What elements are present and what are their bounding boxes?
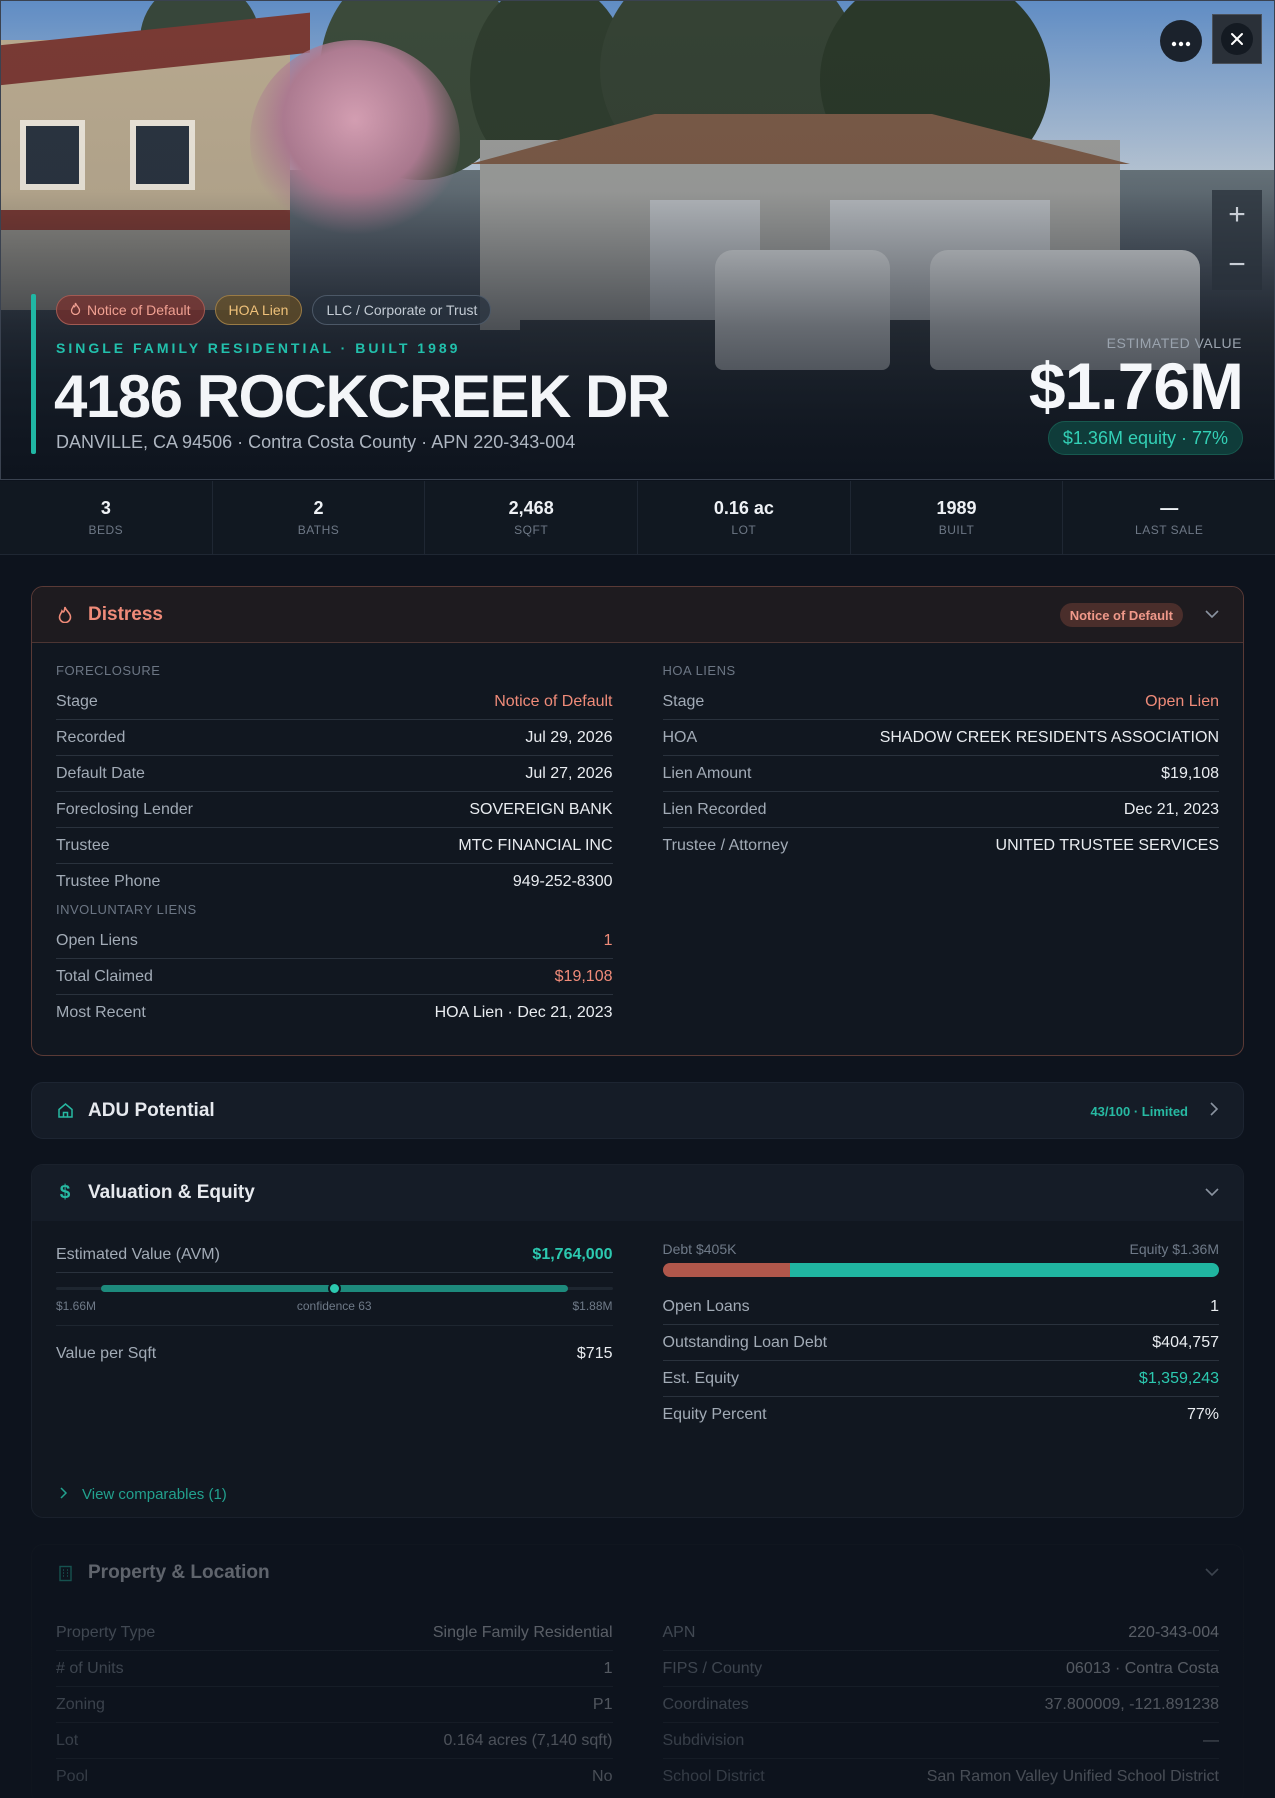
detail-row: Property Type Single Family Residential bbox=[56, 1615, 613, 1651]
equity-label: Equity $1.36M bbox=[1129, 1241, 1220, 1257]
detail-row: Lien Recorded Dec 21, 2023 bbox=[662, 792, 1219, 828]
hoa-liens-label: HOA LIENS bbox=[662, 663, 736, 678]
detail-row: Subdivision — bbox=[662, 1723, 1219, 1759]
detail-row: Trustee MTC FINANCIAL INC bbox=[56, 828, 613, 864]
adu-potential-card[interactable]: ADU Potential 43/100 · Limited bbox=[31, 1082, 1244, 1139]
detail-row: Default Date Jul 27, 2026 bbox=[56, 756, 613, 792]
ellipsis-icon bbox=[1171, 30, 1191, 53]
chevron-down-icon[interactable] bbox=[1205, 1564, 1219, 1582]
range-low: $1.66M bbox=[56, 1299, 97, 1313]
stat-beds: 3 BEDS bbox=[0, 481, 213, 554]
detail-row: Coordinates 37.800009, -121.891238 bbox=[662, 1687, 1219, 1723]
detail-row: Open Loans 1 bbox=[662, 1289, 1219, 1325]
distress-title: Distress bbox=[88, 603, 163, 625]
detail-row: Zoning P1 bbox=[56, 1687, 613, 1723]
stat-last-sale: — LAST SALE bbox=[1135, 498, 1204, 537]
home-icon bbox=[56, 1102, 74, 1120]
accent-bar bbox=[31, 294, 36, 454]
chevron-down-icon[interactable] bbox=[1205, 1184, 1219, 1202]
tag-notice-of-default: Notice of Default bbox=[56, 295, 205, 325]
detail-row: Stage Notice of Default bbox=[56, 684, 613, 720]
avm-range: $1.66M confidence 63 $1.88M bbox=[56, 1277, 613, 1325]
per-sqft-row: Value per Sqft $715 bbox=[56, 1325, 613, 1381]
zoom-out-button[interactable]: − bbox=[1212, 240, 1262, 290]
range-confidence: confidence 63 bbox=[296, 1299, 372, 1313]
property-right-column: APN 220-343-004 FIPS / County 06013 · Cont… bbox=[662, 1615, 1220, 1795]
property-address: 4186 ROCKCREEK DR bbox=[54, 363, 670, 430]
avm-row: Estimated Value (AVM) $1,764,000 bbox=[56, 1237, 613, 1273]
detail-row: Total Claimed $19,108 bbox=[56, 959, 613, 995]
property-left-column: Property Type Single Family Residential #… bbox=[56, 1615, 613, 1795]
valuation-header[interactable]: $ Valuation & Equity bbox=[32, 1165, 1243, 1221]
stat-lot: 0.16 ac LOT bbox=[638, 481, 851, 554]
estimated-value: $1.76M bbox=[1028, 349, 1244, 423]
building-icon bbox=[56, 1564, 74, 1582]
detail-row: Lien Amount $19,108 bbox=[662, 756, 1219, 792]
flame-icon bbox=[56, 606, 74, 624]
detail-row: Trustee / Attorney UNITED TRUSTEE SERVICE… bbox=[662, 837, 1220, 854]
debt-label: Debt $405K bbox=[662, 1241, 737, 1257]
detail-row: FIPS / County 06013 · Contra Costa bbox=[662, 1651, 1219, 1687]
adu-title: ADU Potential bbox=[88, 1099, 215, 1121]
detail-row: Open Liens 1 bbox=[56, 923, 613, 959]
tag-hoa-lien: HOA Lien bbox=[214, 295, 303, 325]
detail-row: Equity Percent 77% bbox=[662, 1406, 1220, 1423]
detail-row: School District San Ramon Valley Unified … bbox=[662, 1768, 1220, 1785]
stat-sqft: 2,468 SQFT bbox=[425, 481, 639, 554]
valuation-title: Valuation & Equity bbox=[88, 1182, 255, 1203]
debt-segment bbox=[662, 1263, 791, 1277]
zoom-in-button[interactable]: + bbox=[1212, 190, 1262, 240]
distress-status-badge: Notice of Default bbox=[1059, 603, 1183, 627]
detail-row: Recorded Jul 29, 2026 bbox=[56, 720, 613, 756]
more-options-button[interactable] bbox=[1160, 20, 1202, 62]
property-header[interactable]: Property & Location bbox=[32, 1545, 1243, 1601]
debt-equity-labels: Debt $405K Equity $1.36M bbox=[663, 1241, 1220, 1257]
dollar-icon: $ bbox=[59, 1182, 71, 1203]
valuation-right-column: Debt $405K Equity $1.36M Open Loans 1 Out… bbox=[662, 1221, 1220, 1433]
stat-baths: 2 BATHS bbox=[213, 481, 426, 554]
detail-row: Lot 0.164 acres (7,140 sqft) bbox=[56, 1723, 613, 1759]
view-comparables-link[interactable]: View comparables (1) bbox=[60, 1486, 227, 1503]
property-subtype: SINGLE FAMILY RESIDENTIAL · BUILT 1989 bbox=[56, 340, 461, 356]
detail-row: # of Units 1 bbox=[56, 1651, 613, 1687]
debt-equity-bar bbox=[662, 1263, 1220, 1277]
distress-left-column: FORECLOSURE Stage Notice of Default Recor… bbox=[56, 643, 613, 1031]
detail-row: Trustee Phone 949-252-8300 bbox=[56, 873, 613, 890]
chevron-right-icon bbox=[60, 1486, 68, 1503]
flame-icon bbox=[70, 302, 81, 318]
equity-badge: $1.36M equity · 77% bbox=[1047, 421, 1243, 455]
detail-row: APN 220-343-004 bbox=[662, 1615, 1219, 1651]
valuation-left-column: Estimated Value (AVM) $1,764,000 $1.66M … bbox=[56, 1221, 613, 1433]
tag-list: Notice of Default HOA Lien LLC / Corpora… bbox=[56, 295, 492, 325]
chevron-down-icon[interactable] bbox=[1205, 606, 1219, 624]
distress-card: Distress Notice of Default FORECLOSURE S… bbox=[31, 586, 1244, 1056]
detail-row: Outstanding Loan Debt $404,757 bbox=[662, 1325, 1219, 1361]
valuation-card: $ Valuation & Equity Estimated Value (AV… bbox=[31, 1164, 1244, 1518]
close-button[interactable] bbox=[1212, 14, 1262, 64]
detail-row: HOA SHADOW CREEK RESIDENTS ASSOCIATION bbox=[662, 720, 1219, 756]
plus-icon: + bbox=[1228, 198, 1246, 231]
stat-built: 1989 BUILT bbox=[851, 481, 1064, 554]
detail-row: Foreclosing Lender SOVEREIGN BANK bbox=[56, 792, 613, 828]
involuntary-liens-label: INVOLUNTARY LIENS bbox=[56, 902, 197, 917]
distress-right-column: HOA LIENS Stage Open Lien HOA SHADOW CREEK… bbox=[662, 643, 1220, 1031]
adu-score: 43/100 · Limited bbox=[1090, 1103, 1188, 1119]
chevron-right-icon[interactable] bbox=[1210, 1101, 1219, 1121]
detail-row: Pool No bbox=[56, 1768, 613, 1785]
property-location: DANVILLE, CA 94506 · Contra Costa County… bbox=[56, 432, 576, 452]
detail-row: Est. Equity $1,359,243 bbox=[662, 1361, 1219, 1397]
distress-header[interactable]: Distress Notice of Default bbox=[32, 587, 1243, 643]
property-title: Property & Location bbox=[88, 1562, 270, 1583]
equity-segment bbox=[790, 1263, 1219, 1277]
detail-row: Stage Open Lien bbox=[662, 684, 1219, 720]
stats-bar: 3 BEDS 2 BATHS 2,468 SQFT 0.16 ac LOT 1989 BU… bbox=[0, 481, 1275, 555]
detail-row: Most Recent HOA Lien · Dec 21, 2023 bbox=[56, 1004, 613, 1021]
foreclosure-label: FORECLOSURE bbox=[56, 663, 161, 678]
range-high: $1.88M bbox=[572, 1299, 613, 1313]
avm-marker bbox=[328, 1282, 342, 1295]
minus-icon: − bbox=[1228, 248, 1246, 281]
property-location-card: Property & Location Property Type Single … bbox=[31, 1544, 1244, 1798]
close-icon bbox=[1221, 23, 1253, 55]
tag-llc-trust: LLC / Corporate or Trust bbox=[312, 295, 492, 325]
